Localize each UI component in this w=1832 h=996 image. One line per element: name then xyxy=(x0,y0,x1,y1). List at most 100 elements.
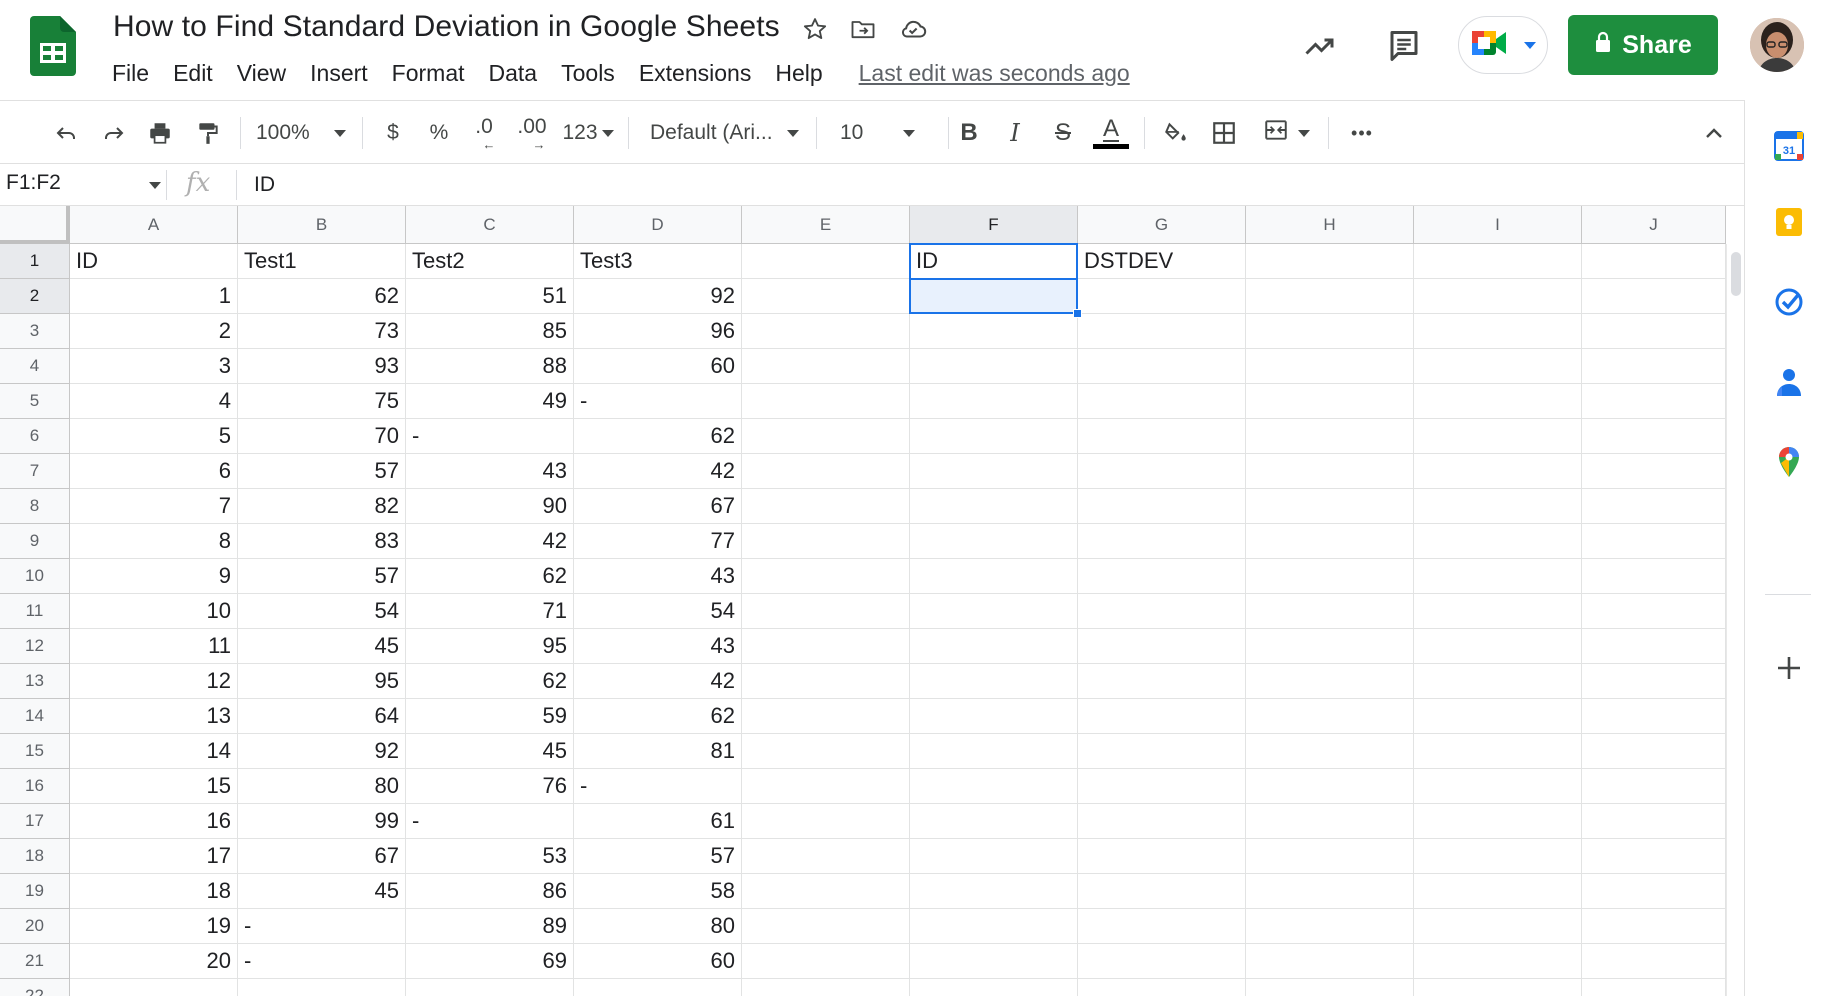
row-header[interactable]: 9 xyxy=(0,524,70,559)
zoom-select[interactable]: 100% xyxy=(256,101,352,165)
cell-b15[interactable]: 92 xyxy=(238,734,406,769)
cell-b17[interactable]: 99 xyxy=(238,804,406,839)
cell-c12[interactable]: 95 xyxy=(406,629,574,664)
column-header[interactable]: E xyxy=(742,206,910,244)
cell-a19[interactable]: 18 xyxy=(70,874,238,909)
cell-a16[interactable]: 15 xyxy=(70,769,238,804)
row-header[interactable]: 19 xyxy=(0,874,70,909)
cell-g5[interactable] xyxy=(1078,384,1246,419)
cell-h19[interactable] xyxy=(1246,874,1414,909)
row-header[interactable]: 8 xyxy=(0,489,70,524)
menu-insert[interactable]: Insert xyxy=(298,60,380,87)
cell-g8[interactable] xyxy=(1078,489,1246,524)
cell-f9[interactable] xyxy=(910,524,1078,559)
cell-g12[interactable] xyxy=(1078,629,1246,664)
cell-d4[interactable]: 60 xyxy=(574,349,742,384)
cell-h9[interactable] xyxy=(1246,524,1414,559)
cell-i8[interactable] xyxy=(1414,489,1582,524)
cell-j1[interactable] xyxy=(1582,244,1726,279)
cell-g19[interactable] xyxy=(1078,874,1246,909)
row-header[interactable]: 18 xyxy=(0,839,70,874)
cell-a1[interactable]: ID xyxy=(70,244,238,279)
cell-d8[interactable]: 67 xyxy=(574,489,742,524)
cell-g4[interactable] xyxy=(1078,349,1246,384)
formula-input[interactable]: ID xyxy=(254,173,275,197)
cell-c4[interactable]: 88 xyxy=(406,349,574,384)
row-header[interactable]: 20 xyxy=(0,909,70,944)
cloud-status-icon[interactable] xyxy=(896,12,930,46)
cell-e15[interactable] xyxy=(742,734,910,769)
cell-f13[interactable] xyxy=(910,664,1078,699)
cell-h18[interactable] xyxy=(1246,839,1414,874)
activity-trend-icon[interactable] xyxy=(1298,24,1342,68)
cell-i22[interactable] xyxy=(1414,979,1582,996)
cell-c6[interactable]: - xyxy=(406,419,574,454)
cell-j15[interactable] xyxy=(1582,734,1726,769)
row-header[interactable]: 5 xyxy=(0,384,70,419)
collapse-menus-icon[interactable] xyxy=(1696,101,1732,165)
cell-i5[interactable] xyxy=(1414,384,1582,419)
cell-a5[interactable]: 4 xyxy=(70,384,238,419)
row-header[interactable]: 14 xyxy=(0,699,70,734)
cell-h14[interactable] xyxy=(1246,699,1414,734)
cell-f6[interactable] xyxy=(910,419,1078,454)
cell-h15[interactable] xyxy=(1246,734,1414,769)
cell-g6[interactable] xyxy=(1078,419,1246,454)
cell-e8[interactable] xyxy=(742,489,910,524)
scrollbar-thumb[interactable] xyxy=(1731,252,1741,296)
cell-g22[interactable] xyxy=(1078,979,1246,996)
cell-j12[interactable] xyxy=(1582,629,1726,664)
cell-a12[interactable]: 11 xyxy=(70,629,238,664)
cell-h7[interactable] xyxy=(1246,454,1414,489)
font-family-select[interactable]: Default (Ari... xyxy=(650,101,806,165)
cell-d6[interactable]: 62 xyxy=(574,419,742,454)
cell-i18[interactable] xyxy=(1414,839,1582,874)
cell-i16[interactable] xyxy=(1414,769,1582,804)
cell-c16[interactable]: 76 xyxy=(406,769,574,804)
avatar[interactable] xyxy=(1750,18,1804,72)
menu-edit[interactable]: Edit xyxy=(161,60,225,87)
fill-color-icon[interactable] xyxy=(1156,101,1196,165)
cell-e1[interactable] xyxy=(742,244,910,279)
cell-d15[interactable]: 81 xyxy=(574,734,742,769)
cell-j7[interactable] xyxy=(1582,454,1726,489)
menu-file[interactable]: File xyxy=(100,60,161,87)
cell-d17[interactable]: 61 xyxy=(574,804,742,839)
percent-format-button[interactable]: % xyxy=(424,101,454,165)
cell-c9[interactable]: 42 xyxy=(406,524,574,559)
cell-g17[interactable] xyxy=(1078,804,1246,839)
cell-f20[interactable] xyxy=(910,909,1078,944)
row-header[interactable]: 17 xyxy=(0,804,70,839)
cell-c7[interactable]: 43 xyxy=(406,454,574,489)
cell-a14[interactable]: 13 xyxy=(70,699,238,734)
cell-c15[interactable]: 45 xyxy=(406,734,574,769)
cell-d22[interactable] xyxy=(574,979,742,996)
contacts-icon[interactable] xyxy=(1771,364,1807,400)
cell-i9[interactable] xyxy=(1414,524,1582,559)
cell-j20[interactable] xyxy=(1582,909,1726,944)
cell-b16[interactable]: 80 xyxy=(238,769,406,804)
decrease-decimal-button[interactable]: .0 ← xyxy=(466,101,502,165)
select-all-corner[interactable] xyxy=(0,206,70,244)
cell-e9[interactable] xyxy=(742,524,910,559)
cell-i6[interactable] xyxy=(1414,419,1582,454)
cell-f11[interactable] xyxy=(910,594,1078,629)
cell-j4[interactable] xyxy=(1582,349,1726,384)
column-header[interactable]: H xyxy=(1246,206,1414,244)
cell-j11[interactable] xyxy=(1582,594,1726,629)
redo-icon[interactable] xyxy=(94,101,134,165)
row-header[interactable]: 11 xyxy=(0,594,70,629)
cell-i13[interactable] xyxy=(1414,664,1582,699)
cell-c3[interactable]: 85 xyxy=(406,314,574,349)
name-box[interactable]: F1:F2 xyxy=(6,171,61,195)
cell-f14[interactable] xyxy=(910,699,1078,734)
cell-a4[interactable]: 3 xyxy=(70,349,238,384)
cell-a2[interactable]: 1 xyxy=(70,279,238,314)
column-header[interactable]: G xyxy=(1078,206,1246,244)
sheets-logo-icon[interactable] xyxy=(30,16,76,76)
column-header[interactable]: A xyxy=(70,206,238,244)
cell-j19[interactable] xyxy=(1582,874,1726,909)
cell-d18[interactable]: 57 xyxy=(574,839,742,874)
cell-e7[interactable] xyxy=(742,454,910,489)
cell-h6[interactable] xyxy=(1246,419,1414,454)
